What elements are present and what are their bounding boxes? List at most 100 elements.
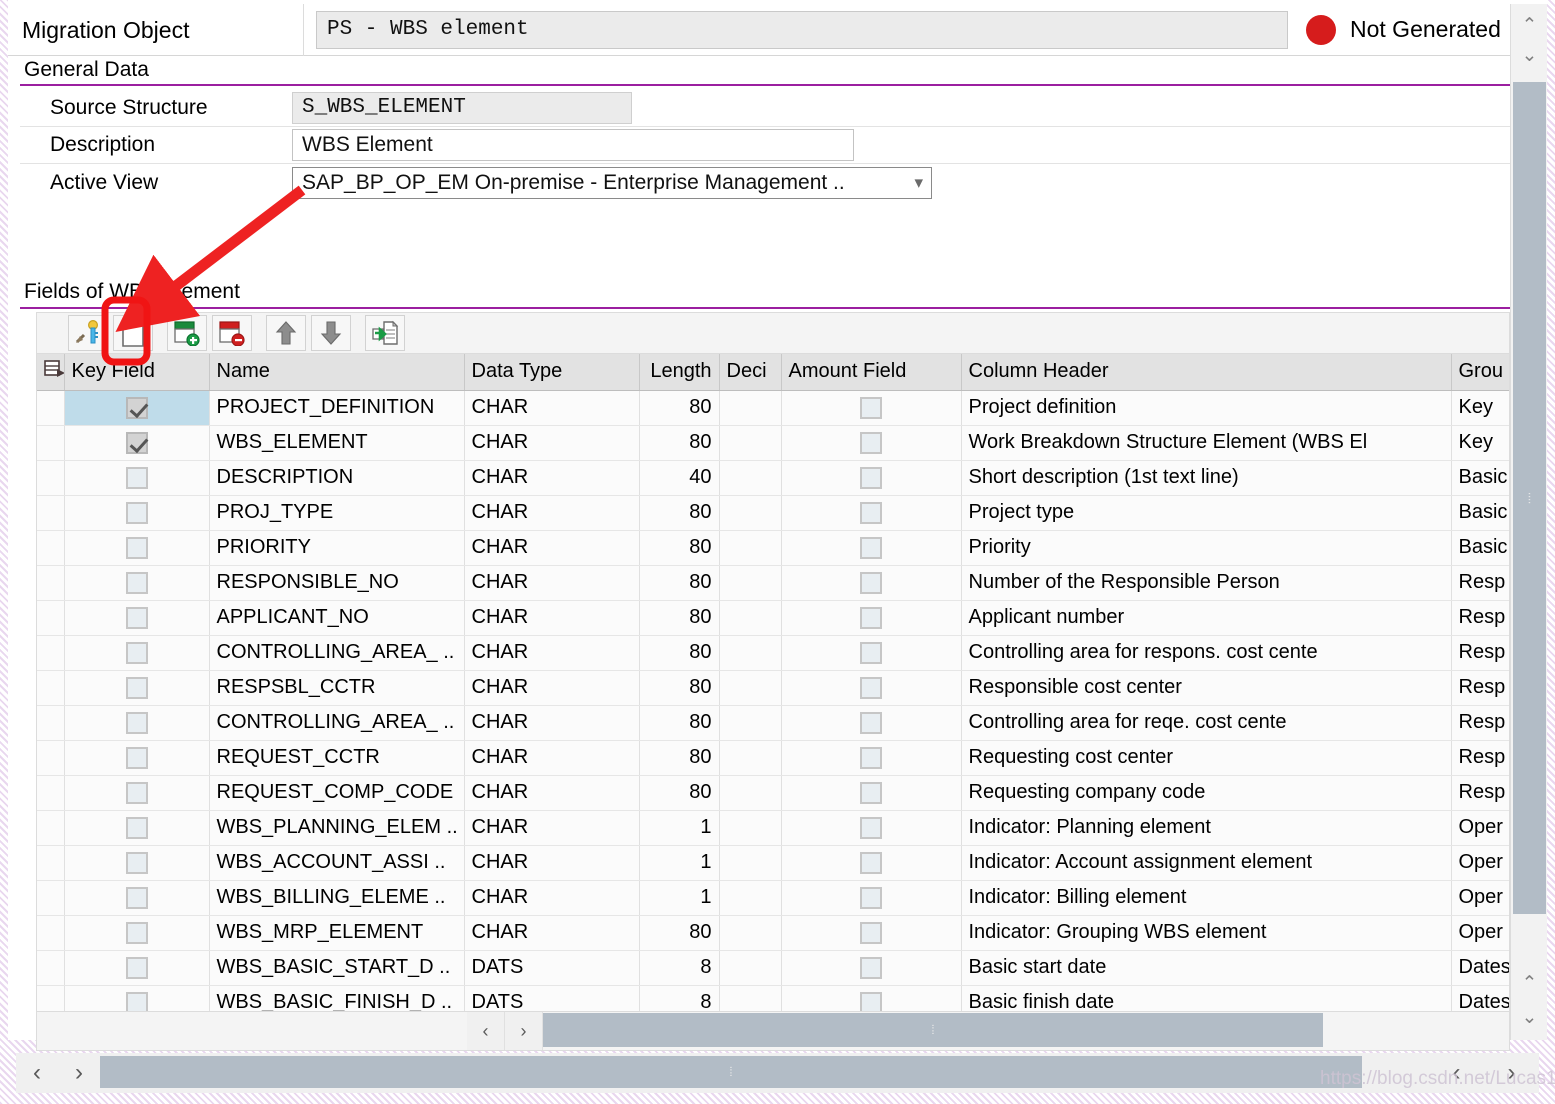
key-field-checkbox[interactable] <box>125 501 148 524</box>
length-cell[interactable]: 80 <box>639 425 720 461</box>
table-row[interactable]: APPLICANT_NO CHAR 80 Applicant number Resp <box>37 600 1509 636</box>
key-field-checkbox[interactable] <box>125 431 148 454</box>
amount-field-checkbox-cell[interactable] <box>781 915 962 951</box>
amount-field-checkbox[interactable] <box>860 536 882 559</box>
amount-field-checkbox[interactable] <box>860 501 882 524</box>
amount-field-checkbox[interactable] <box>860 781 882 804</box>
key-field-checkbox-cell[interactable] <box>64 740 210 776</box>
page-horizontal-scrollbar[interactable]: ‹ › ⦙ ‹ › <box>16 1053 1539 1093</box>
table-row[interactable]: RESPONSIBLE_NO CHAR 80 Number of the Respon… <box>37 565 1509 601</box>
amount-field-checkbox-cell[interactable] <box>781 950 962 986</box>
table-row[interactable]: WBS_BILLING_ELEME .. CHAR 1 Indicator: Bill… <box>37 880 1509 916</box>
field-name-cell[interactable]: PRIORITY <box>209 530 465 566</box>
amount-field-checkbox[interactable] <box>860 711 882 734</box>
column-header-cell[interactable]: Number of the Responsible Person <box>961 565 1452 601</box>
length-cell[interactable]: 8 <box>639 950 720 986</box>
decimals-cell[interactable] <box>719 775 782 811</box>
key-field-checkbox-cell[interactable] <box>64 810 210 846</box>
key-field-checkbox-cell[interactable] <box>64 915 210 951</box>
length-cell[interactable]: 80 <box>639 705 720 741</box>
amount-field-checkbox-cell[interactable] <box>781 390 962 426</box>
length-cell[interactable]: 40 <box>639 460 720 496</box>
key-field-checkbox-cell[interactable] <box>64 495 210 531</box>
col-header-key-field[interactable]: Key Field <box>64 354 210 391</box>
row-selector[interactable] <box>37 775 65 811</box>
col-header-deci[interactable]: Deci <box>719 354 782 391</box>
field-name-cell[interactable]: RESPSBL_CCTR <box>209 670 465 706</box>
length-cell[interactable]: 80 <box>639 915 720 951</box>
decimals-cell[interactable] <box>719 740 782 776</box>
length-cell[interactable]: 1 <box>639 880 720 916</box>
col-header-name[interactable]: Name <box>209 354 465 391</box>
key-field-checkbox[interactable] <box>125 396 148 419</box>
row-selector[interactable] <box>37 565 65 601</box>
description-input[interactable]: WBS Element <box>292 129 854 161</box>
row-selector[interactable] <box>37 425 65 461</box>
export-icon[interactable] <box>365 315 405 351</box>
key-field-checkbox-cell[interactable] <box>64 880 210 916</box>
group-cell[interactable]: Resp <box>1451 635 1509 671</box>
amount-field-checkbox[interactable] <box>860 746 882 769</box>
column-header-cell[interactable]: Requesting cost center <box>961 740 1452 776</box>
amount-field-checkbox-cell[interactable] <box>781 985 962 1011</box>
scroll-right-button[interactable]: › <box>505 1012 543 1050</box>
data-type-cell[interactable]: CHAR <box>464 670 640 706</box>
data-type-cell[interactable]: CHAR <box>464 530 640 566</box>
amount-field-checkbox[interactable] <box>860 676 882 699</box>
key-field-checkbox[interactable] <box>125 816 148 839</box>
column-header-cell[interactable]: Controlling area for respons. cost cente <box>961 635 1452 671</box>
assign-key-icon[interactable] <box>68 315 108 351</box>
row-selector[interactable] <box>37 600 65 636</box>
data-type-cell[interactable]: CHAR <box>464 460 640 496</box>
data-type-cell[interactable]: CHAR <box>464 775 640 811</box>
table-row[interactable]: DESCRIPTION CHAR 40 Short description (1st … <box>37 460 1509 496</box>
vertical-scroll-thumb[interactable]: ⦙ <box>1513 82 1546 914</box>
field-name-cell[interactable]: CONTROLLING_AREA_ .. <box>209 635 465 671</box>
key-field-checkbox[interactable] <box>125 676 148 699</box>
group-cell[interactable]: Resp <box>1451 600 1509 636</box>
amount-field-checkbox-cell[interactable] <box>781 530 962 566</box>
decimals-cell[interactable] <box>719 460 782 496</box>
data-type-cell[interactable]: CHAR <box>464 845 640 881</box>
key-field-checkbox-cell[interactable] <box>64 425 210 461</box>
row-selector[interactable] <box>37 915 65 951</box>
group-cell[interactable]: Resp <box>1451 705 1509 741</box>
table-row[interactable]: PROJ_TYPE CHAR 80 Project type Basic <box>37 495 1509 531</box>
group-cell[interactable]: Resp <box>1451 565 1509 601</box>
length-cell[interactable]: 80 <box>639 775 720 811</box>
insert-row-icon[interactable] <box>167 315 207 351</box>
length-cell[interactable]: 80 <box>639 670 720 706</box>
column-header-cell[interactable]: Project definition <box>961 390 1452 426</box>
group-cell[interactable]: Dates <box>1451 985 1509 1011</box>
group-cell[interactable]: Resp <box>1451 740 1509 776</box>
amount-field-checkbox-cell[interactable] <box>781 565 962 601</box>
group-cell[interactable]: Oper <box>1451 810 1509 846</box>
key-field-checkbox-cell[interactable] <box>64 390 210 426</box>
row-selector[interactable] <box>37 495 65 531</box>
group-cell[interactable]: Basic <box>1451 460 1509 496</box>
table-row[interactable]: WBS_ACCOUNT_ASSI .. CHAR 1 Indicator: Accou… <box>37 845 1509 881</box>
data-type-cell[interactable]: CHAR <box>464 740 640 776</box>
active-view-dropdown[interactable]: SAP_BP_OP_EM On-premise - Enterprise Man… <box>292 166 932 199</box>
key-field-checkbox[interactable] <box>125 956 148 979</box>
column-header-cell[interactable]: Responsible cost center <box>961 670 1452 706</box>
decimals-cell[interactable] <box>719 635 782 671</box>
field-name-cell[interactable]: APPLICANT_NO <box>209 600 465 636</box>
table-row[interactable]: WBS_BASIC_FINISH_D .. DATS 8 Basic finish d… <box>37 985 1509 1011</box>
decimals-cell[interactable] <box>719 600 782 636</box>
key-field-checkbox[interactable] <box>125 921 148 944</box>
field-name-cell[interactable]: REQUEST_CCTR <box>209 740 465 776</box>
column-header-cell[interactable]: Indicator: Grouping WBS element <box>961 915 1452 951</box>
field-name-cell[interactable]: WBS_PLANNING_ELEM .. <box>209 810 465 846</box>
table-row[interactable]: CONTROLLING_AREA_ .. CHAR 80 Controlling ar… <box>37 705 1509 741</box>
key-field-checkbox-cell[interactable] <box>64 565 210 601</box>
column-header-cell[interactable]: Requesting company code <box>961 775 1452 811</box>
field-name-cell[interactable]: REQUEST_COMP_CODE <box>209 775 465 811</box>
move-up-icon[interactable] <box>266 315 306 351</box>
decimals-cell[interactable] <box>719 950 782 986</box>
decimals-cell[interactable] <box>719 670 782 706</box>
key-field-checkbox-cell[interactable] <box>64 460 210 496</box>
table-row[interactable]: CONTROLLING_AREA_ .. CHAR 80 Controlling ar… <box>37 635 1509 671</box>
key-field-checkbox-cell[interactable] <box>64 845 210 881</box>
amount-field-checkbox[interactable] <box>860 956 882 979</box>
